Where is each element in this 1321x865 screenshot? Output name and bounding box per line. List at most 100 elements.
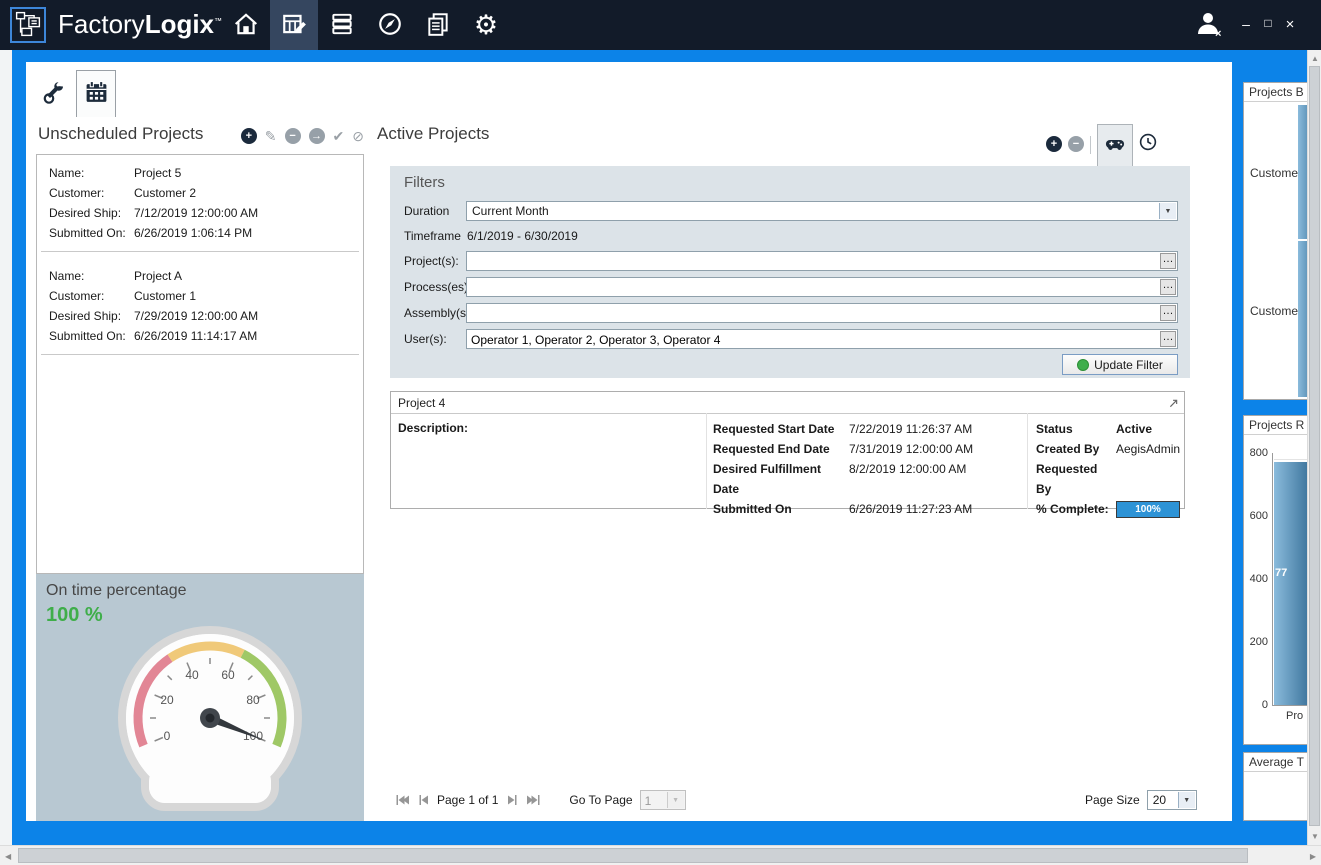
projects-bar	[1274, 462, 1307, 705]
brand-trademark: ™	[214, 16, 222, 25]
maximize-button[interactable]: □	[1260, 16, 1276, 30]
active-projects-toolbar: + −	[1046, 124, 1157, 166]
main-nav: ⚙	[222, 0, 510, 50]
vertical-scrollbar[interactable]: ▲ ▼	[1307, 50, 1321, 845]
update-filter-button[interactable]: Update Filter	[1062, 354, 1178, 375]
y-tick-0: 0	[1244, 699, 1268, 711]
gear-icon: ⚙	[474, 12, 498, 39]
add-active-project-icon[interactable]: +	[1046, 136, 1062, 152]
move-project-icon[interactable]: →	[309, 128, 325, 144]
y-tick-200: 200	[1244, 636, 1268, 648]
scroll-left-icon[interactable]: ◀	[5, 852, 11, 861]
status-value: Active	[1116, 419, 1152, 439]
chevron-down-icon[interactable]: ▼	[1159, 203, 1176, 219]
list-separator	[41, 354, 359, 355]
tab-scheduling[interactable]	[76, 70, 116, 117]
unscheduled-toolbar: + ✎ − → ✔ ⊘	[216, 128, 364, 144]
remove-project-icon[interactable]: −	[285, 128, 301, 144]
timeframe-value: 6/1/2019 - 6/30/2019	[467, 229, 578, 243]
edit-project-icon[interactable]: ✎	[265, 129, 277, 143]
created-by-value: AegisAdmin	[1116, 439, 1180, 459]
close-button[interactable]: ×	[1282, 16, 1298, 33]
processes-filter-field[interactable]: …	[466, 277, 1178, 297]
project-card[interactable]: Project 4 Description: Requested Start D…	[390, 391, 1185, 509]
ellipsis-picker-icon[interactable]: …	[1160, 305, 1176, 321]
projects-filter-field[interactable]: …	[466, 251, 1178, 271]
timeframe-label: Timeframe	[404, 229, 461, 243]
compass-icon	[377, 11, 403, 40]
page-size-combobox[interactable]: 20 ▼	[1147, 790, 1197, 810]
gauge-tick-20: 20	[160, 693, 174, 707]
name-label: Name:	[49, 163, 134, 183]
add-project-icon[interactable]: +	[241, 128, 257, 144]
y-tick-400: 400	[1244, 573, 1268, 585]
status-label: Status	[1036, 419, 1116, 439]
date-value: 7/31/2019 12:00:00 AM	[849, 439, 973, 459]
y-tick-600: 600	[1244, 510, 1268, 522]
nav-settings[interactable]: ⚙	[462, 0, 510, 50]
projects-by-customer-title: Projects B	[1244, 83, 1307, 102]
created-by-label: Created By	[1036, 439, 1116, 459]
nav-reports[interactable]	[414, 0, 462, 50]
project-desired-ship: 7/12/2019 12:00:00 AM	[134, 203, 258, 223]
projects-by-customer-panel: Projects B Customer 2 Customer 1	[1243, 82, 1307, 400]
expand-icon[interactable]	[1169, 397, 1178, 411]
nav-home[interactable]	[222, 0, 270, 50]
project-card-header: Project 4	[391, 392, 1184, 414]
goto-page-field[interactable]: ▼	[640, 790, 686, 810]
nav-tracking[interactable]	[366, 0, 414, 50]
nav-planning[interactable]	[270, 0, 318, 50]
complete-label: % Complete:	[1036, 499, 1116, 519]
last-page-button[interactable]	[526, 793, 540, 807]
users-filter-field[interactable]: …	[466, 329, 1178, 349]
goto-page-label: Go To Page	[569, 793, 632, 807]
vertical-scroll-thumb[interactable]	[1309, 66, 1320, 826]
ellipsis-picker-icon[interactable]: …	[1160, 331, 1176, 347]
nav-materials[interactable]	[318, 0, 366, 50]
active-projects-title: Active Projects	[377, 124, 489, 144]
filters-panel: Filters Duration Current Month ▼ Timefra…	[390, 166, 1190, 378]
projects-filter-input[interactable]	[469, 253, 1153, 271]
scroll-up-icon[interactable]: ▲	[1311, 54, 1319, 63]
horizontal-scroll-thumb[interactable]	[18, 848, 1248, 863]
scroll-down-icon[interactable]: ▼	[1311, 832, 1319, 841]
content-frame: Unscheduled Projects + ✎ − → ✔ ⊘ Name:Pr…	[12, 50, 1307, 845]
customer-label: Customer:	[49, 183, 134, 203]
previous-page-button[interactable]	[416, 793, 430, 807]
pagination: Page 1 of 1 Go To Page ▼	[395, 790, 686, 810]
update-filter-label: Update Filter	[1094, 358, 1163, 372]
ellipsis-picker-icon[interactable]: …	[1160, 279, 1176, 295]
y-axis-line	[1272, 453, 1273, 706]
gauge-tick-80: 80	[246, 693, 260, 707]
duration-combobox[interactable]: Current Month ▼	[466, 201, 1178, 221]
ellipsis-picker-icon[interactable]: …	[1160, 253, 1176, 269]
approve-project-icon[interactable]: ✔	[333, 129, 345, 143]
project-name: Project 5	[134, 163, 181, 183]
gauge-tick-0: 0	[164, 729, 171, 743]
next-page-button[interactable]	[505, 793, 519, 807]
assemblies-filter-field[interactable]: …	[466, 303, 1178, 323]
chevron-down-icon[interactable]: ▼	[1178, 792, 1195, 808]
tab-tools[interactable]	[36, 72, 72, 116]
logout-user-button[interactable]: ×	[1194, 8, 1226, 43]
projects-remaining-panel: Projects R 800 600 400 200 0 77 Pro	[1243, 415, 1307, 745]
unscheduled-project-item[interactable]: Name:Project 5 Customer:Customer 2 Desir…	[37, 155, 363, 245]
date-label: Submitted On	[713, 499, 849, 519]
users-filter-input[interactable]	[469, 331, 1153, 349]
y-tick-800: 800	[1244, 447, 1268, 459]
horizontal-scrollbar[interactable]: ◀ ▶	[0, 845, 1321, 865]
view-timeline-toggle[interactable]	[1139, 133, 1157, 154]
processes-filter-input[interactable]	[469, 279, 1153, 297]
scroll-right-icon[interactable]: ▶	[1310, 852, 1316, 861]
first-page-button[interactable]	[395, 793, 409, 807]
reject-project-icon[interactable]: ⊘	[352, 129, 364, 143]
requested-by-label: Requested By	[1036, 459, 1116, 499]
assemblies-filter-input[interactable]	[469, 305, 1153, 323]
unscheduled-project-item[interactable]: Name:Project A Customer:Customer 1 Desir…	[37, 258, 363, 348]
project-name: Project A	[134, 266, 182, 286]
schedule-edit-icon	[281, 11, 307, 40]
minimize-button[interactable]: –	[1238, 16, 1254, 32]
unscheduled-projects-title: Unscheduled Projects	[38, 124, 203, 144]
view-list-toggle[interactable]	[1097, 124, 1133, 166]
remove-active-project-icon[interactable]: −	[1068, 136, 1084, 152]
